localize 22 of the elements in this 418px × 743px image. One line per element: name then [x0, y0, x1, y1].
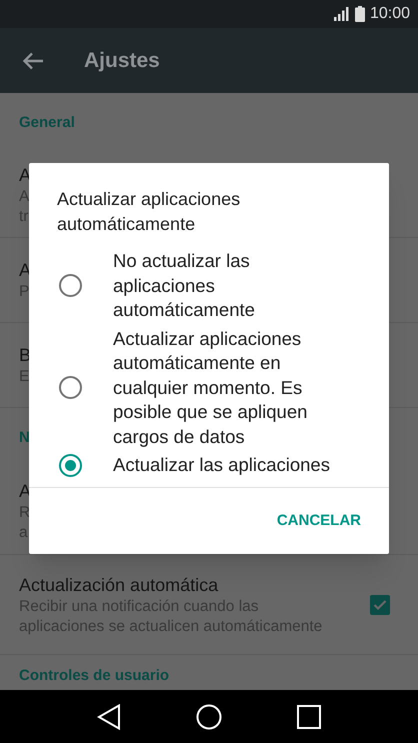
dialog-title: Actualizar aplicaciones automáticamente — [56, 188, 242, 236]
back-icon[interactable] — [97, 704, 122, 730]
section-header: Controles de usuario — [19, 666, 170, 686]
clock: 10:00 — [370, 4, 410, 24]
battery-icon — [354, 6, 365, 22]
setting-title: Actualización automática — [19, 574, 218, 596]
option-label[interactable]: Actualizar aplicaciones automáticamente en cualquier momento. Es posible que se apliquen cargos de datos — [113, 326, 341, 449]
option-label[interactable]: No actualizar las aplicaciones automáticamente — [113, 249, 341, 322]
section-header: General — [19, 112, 75, 133]
section-header: N — [19, 428, 30, 448]
cancel-button[interactable]: CANCELAR — [268, 502, 369, 540]
radio-button[interactable] — [59, 376, 82, 400]
option-label[interactable]: Actualizar las aplicaciones — [113, 453, 341, 478]
radio-button[interactable] — [59, 454, 82, 477]
screen-title: Ajustes — [84, 48, 160, 74]
recents-icon[interactable] — [296, 704, 321, 728]
back-arrow-icon[interactable] — [22, 52, 44, 70]
radio-button[interactable] — [59, 274, 82, 298]
signal-icon — [334, 7, 350, 21]
home-icon[interactable] — [196, 704, 222, 730]
checkmark-icon — [373, 598, 387, 610]
checkbox[interactable] — [370, 594, 390, 614]
